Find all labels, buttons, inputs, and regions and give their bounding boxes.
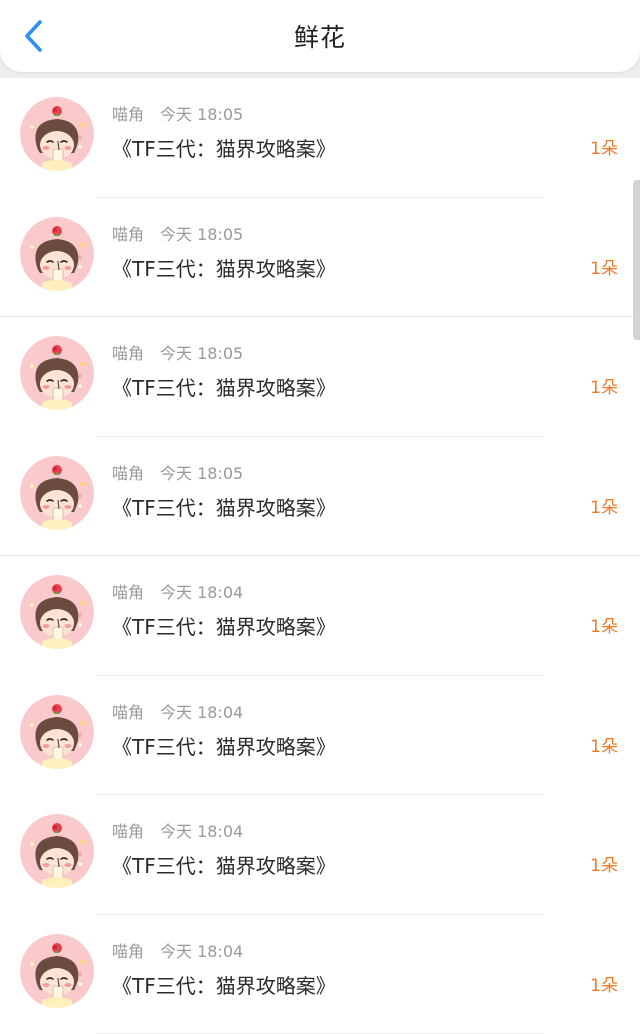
cartoon-girl-avatar-icon bbox=[20, 336, 94, 410]
username[interactable]: 喵角 bbox=[112, 344, 144, 363]
gift-meta: 喵角今天 18:05 bbox=[112, 463, 243, 485]
gift-time: 今天 18:04 bbox=[160, 942, 243, 961]
book-title[interactable]: 《TF三代：猫界攻略案》 bbox=[112, 134, 336, 164]
flower-count: 1朵 bbox=[590, 853, 618, 879]
gift-meta: 喵角今天 18:05 bbox=[112, 104, 243, 126]
gift-time: 今天 18:05 bbox=[160, 225, 243, 244]
cartoon-girl-avatar-icon bbox=[20, 97, 94, 171]
gift-row[interactable]: 喵角今天 18:04 《TF三代：猫界攻略案》 1朵 bbox=[0, 556, 640, 676]
user-avatar[interactable] bbox=[20, 456, 94, 530]
gift-row[interactable]: 喵角今天 18:04 《TF三代：猫界攻略案》 1朵 bbox=[0, 676, 640, 796]
cartoon-girl-avatar-icon bbox=[20, 695, 94, 769]
gift-time: 今天 18:04 bbox=[160, 822, 243, 841]
top-nav-bar: 鲜花 bbox=[0, 0, 640, 72]
username[interactable]: 喵角 bbox=[112, 105, 144, 124]
flower-count: 1朵 bbox=[590, 375, 618, 401]
gift-time: 今天 18:05 bbox=[160, 464, 243, 483]
gift-meta: 喵角今天 18:04 bbox=[112, 821, 243, 843]
user-avatar[interactable] bbox=[20, 695, 94, 769]
cartoon-girl-avatar-icon bbox=[20, 814, 94, 888]
flower-count: 1朵 bbox=[590, 973, 618, 999]
username[interactable]: 喵角 bbox=[112, 703, 144, 722]
user-avatar[interactable] bbox=[20, 575, 94, 649]
username[interactable]: 喵角 bbox=[112, 583, 144, 602]
gift-meta: 喵角今天 18:04 bbox=[112, 702, 243, 724]
cartoon-girl-avatar-icon bbox=[20, 217, 94, 291]
flower-count: 1朵 bbox=[590, 495, 618, 521]
username[interactable]: 喵角 bbox=[112, 225, 144, 244]
cartoon-girl-avatar-icon bbox=[20, 456, 94, 530]
flower-count: 1朵 bbox=[590, 256, 618, 282]
flower-count: 1朵 bbox=[590, 136, 618, 162]
flower-count: 1朵 bbox=[590, 734, 618, 760]
gift-row[interactable]: 喵角今天 18:04 《TF三代：猫界攻略案》 1朵 bbox=[0, 915, 640, 1034]
scrollbar-thumb[interactable] bbox=[633, 180, 640, 340]
book-title[interactable]: 《TF三代：猫界攻略案》 bbox=[112, 254, 336, 284]
book-title[interactable]: 《TF三代：猫界攻略案》 bbox=[112, 612, 336, 642]
user-avatar[interactable] bbox=[20, 934, 94, 1008]
gift-row[interactable]: 喵角今天 18:05 《TF三代：猫界攻略案》 1朵 bbox=[0, 317, 640, 437]
gift-time: 今天 18:05 bbox=[160, 344, 243, 363]
user-avatar[interactable] bbox=[20, 814, 94, 888]
user-avatar[interactable] bbox=[20, 336, 94, 410]
book-title[interactable]: 《TF三代：猫界攻略案》 bbox=[112, 851, 336, 881]
gift-time: 今天 18:04 bbox=[160, 583, 243, 602]
gift-row[interactable]: 喵角今天 18:05 《TF三代：猫界攻略案》 1朵 bbox=[0, 437, 640, 557]
book-title[interactable]: 《TF三代：猫界攻略案》 bbox=[112, 373, 336, 403]
gift-row[interactable]: 喵角今天 18:05 《TF三代：猫界攻略案》 1朵 bbox=[0, 198, 640, 318]
gift-meta: 喵角今天 18:04 bbox=[112, 941, 243, 963]
gift-meta: 喵角今天 18:05 bbox=[112, 343, 243, 365]
username[interactable]: 喵角 bbox=[112, 464, 144, 483]
gift-row[interactable]: 喵角今天 18:05 《TF三代：猫界攻略案》 1朵 bbox=[0, 78, 640, 198]
username[interactable]: 喵角 bbox=[112, 822, 144, 841]
book-title[interactable]: 《TF三代：猫界攻略案》 bbox=[112, 493, 336, 523]
gift-row[interactable]: 喵角今天 18:04 《TF三代：猫界攻略案》 1朵 bbox=[0, 795, 640, 915]
gift-meta: 喵角今天 18:04 bbox=[112, 582, 243, 604]
page-title: 鲜花 bbox=[0, 20, 640, 56]
book-title[interactable]: 《TF三代：猫界攻略案》 bbox=[112, 732, 336, 762]
cartoon-girl-avatar-icon bbox=[20, 934, 94, 1008]
gift-time: 今天 18:05 bbox=[160, 105, 243, 124]
cartoon-girl-avatar-icon bbox=[20, 575, 94, 649]
gift-list: 喵角今天 18:05 《TF三代：猫界攻略案》 1朵 喵角今天 18:05 《T… bbox=[0, 78, 640, 1034]
gift-time: 今天 18:04 bbox=[160, 703, 243, 722]
book-title[interactable]: 《TF三代：猫界攻略案》 bbox=[112, 971, 336, 1001]
gift-meta: 喵角今天 18:05 bbox=[112, 224, 243, 246]
user-avatar[interactable] bbox=[20, 97, 94, 171]
flower-count: 1朵 bbox=[590, 614, 618, 640]
username[interactable]: 喵角 bbox=[112, 942, 144, 961]
user-avatar[interactable] bbox=[20, 217, 94, 291]
